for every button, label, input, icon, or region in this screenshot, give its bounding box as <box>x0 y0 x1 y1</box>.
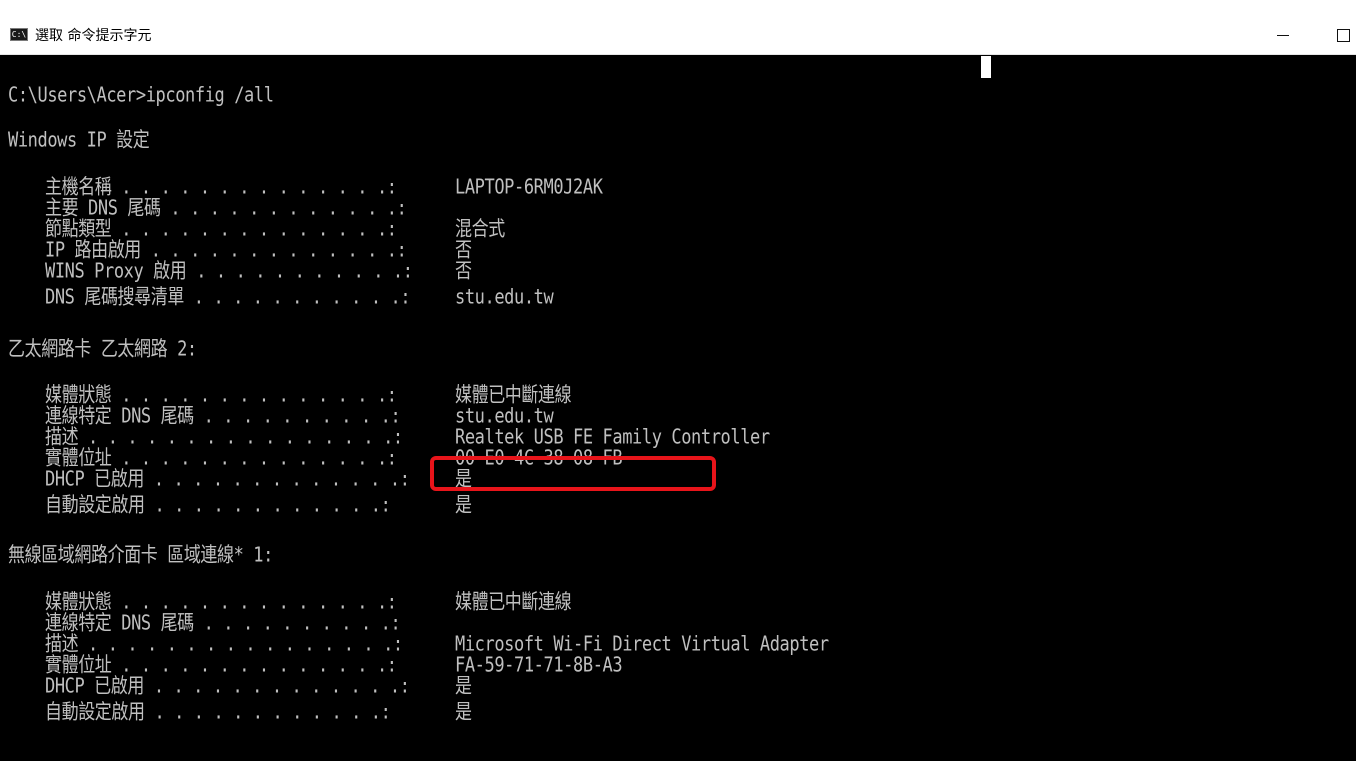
row-value: 否 <box>455 259 472 284</box>
row-value: LAPTOP-6RM0J2AK <box>455 175 603 200</box>
row-dots: . . . . . . . . . . . . .: <box>143 674 410 699</box>
row-value: stu.edu.tw <box>455 285 554 310</box>
section-header-wireless: 無線區域網路介面卡 區域連線* 1: <box>8 543 273 568</box>
adapter2-row-autoconfig: 自動設定啟用 . . . . . . . . . . . .: <box>45 700 391 725</box>
row-dots: . . . . . . . . . . .: <box>183 285 411 310</box>
adapter1-row-autoconfig: 自動設定啟用 . . . . . . . . . . . .: <box>45 493 391 518</box>
adapter2-row-dns-suffix: 連線特定 DNS 尾碼 . . . . . . . . . .: <box>45 613 401 634</box>
row-value: FA-59-71-71-8B-A3 <box>455 653 623 678</box>
row-label: WINS Proxy 啟用 <box>45 259 187 284</box>
row-value: 是 <box>455 493 472 518</box>
row-value: Realtek USB FE Family Controller <box>455 425 770 450</box>
row-dots: . . . . . . . . . . . .: <box>144 700 391 725</box>
config-row-primary-dns: 主要 DNS 尾碼 . . . . . . . . . . . .: <box>45 198 407 219</box>
row-value: 媒體已中斷連線 <box>455 590 572 615</box>
minimize-icon <box>1277 35 1289 36</box>
row-value: Microsoft Wi-Fi Direct Virtual Adapter <box>455 632 829 657</box>
section-header-ethernet: 乙太網路卡 乙太網路 2: <box>8 337 197 362</box>
row-value: 混合式 <box>455 217 505 242</box>
row-label: DNS 尾碼搜尋清單 <box>45 285 184 310</box>
config-row-hostname: 主機名稱 . . . . . . . . . . . . . .: <box>45 177 397 198</box>
config-row-ip-routing: IP 路由啟用 . . . . . . . . . . . . .: <box>45 240 407 261</box>
adapter1-row-dhcp: DHCP 已啟用 . . . . . . . . . . . . .: <box>45 467 410 492</box>
window-title: 選取 命令提示字元 <box>35 28 152 44</box>
text-cursor <box>981 56 991 78</box>
mac-address-highlight-box <box>430 456 716 491</box>
row-value: 媒體已中斷連線 <box>455 383 572 408</box>
config-row-wins-proxy: WINS Proxy 啟用 . . . . . . . . . . .: <box>45 259 413 284</box>
title-bar[interactable]: C:\ 選取 命令提示字元 <box>0 0 1356 55</box>
minimize-button[interactable] <box>1263 20 1303 50</box>
adapter2-row-description: 描述 . . . . . . . . . . . . . . . .: <box>45 634 403 655</box>
adapter1-row-physical-address: 實體位址 . . . . . . . . . . . . . .: <box>45 448 397 469</box>
adapter2-row-media-state: 媒體狀態 . . . . . . . . . . . . . .: <box>45 592 397 613</box>
row-dots: . . . . . . . . . . .: <box>186 259 413 284</box>
maximize-button[interactable] <box>1325 20 1356 50</box>
row-label: 自動設定啟用 <box>45 700 145 725</box>
row-value: 是 <box>455 674 472 699</box>
adapter2-row-dhcp: DHCP 已啟用 . . . . . . . . . . . . .: <box>45 674 410 699</box>
command-prompt-window: C:\ 選取 命令提示字元 C:\Users\Acer>ipconfig /al… <box>0 0 1356 761</box>
config-row-node-type: 節點類型 . . . . . . . . . . . . . .: <box>45 219 397 240</box>
console-output[interactable]: C:\Users\Acer>ipconfig /all Windows IP 設… <box>0 78 1356 761</box>
config-row-dns-suffix-list: DNS 尾碼搜尋清單 . . . . . . . . . . .: <box>45 285 411 310</box>
row-value: 否 <box>455 238 472 263</box>
adapter1-row-dns-suffix: 連線特定 DNS 尾碼 . . . . . . . . . .: <box>45 406 401 427</box>
row-label: DHCP 已啟用 <box>45 467 144 492</box>
row-dots: . . . . . . . . . . . . .: <box>143 467 410 492</box>
adapter1-row-description: 描述 . . . . . . . . . . . . . . . .: <box>45 427 403 448</box>
row-label: DHCP 已啟用 <box>45 674 144 699</box>
row-label: 自動設定啟用 <box>45 493 145 518</box>
row-value: stu.edu.tw <box>455 404 554 429</box>
adapter1-row-media-state: 媒體狀態 . . . . . . . . . . . . . .: <box>45 385 397 406</box>
section-header-windows-ip: Windows IP 設定 <box>8 128 150 153</box>
row-dots: . . . . . . . . . . . .: <box>144 493 391 518</box>
row-value: 是 <box>455 700 472 725</box>
console-app-icon[interactable]: C:\ <box>10 28 28 41</box>
maximize-icon <box>1337 29 1350 42</box>
command-line: C:\Users\Acer>ipconfig /all <box>8 83 274 108</box>
adapter2-row-physical-address: 實體位址 . . . . . . . . . . . . . .: <box>45 655 397 676</box>
